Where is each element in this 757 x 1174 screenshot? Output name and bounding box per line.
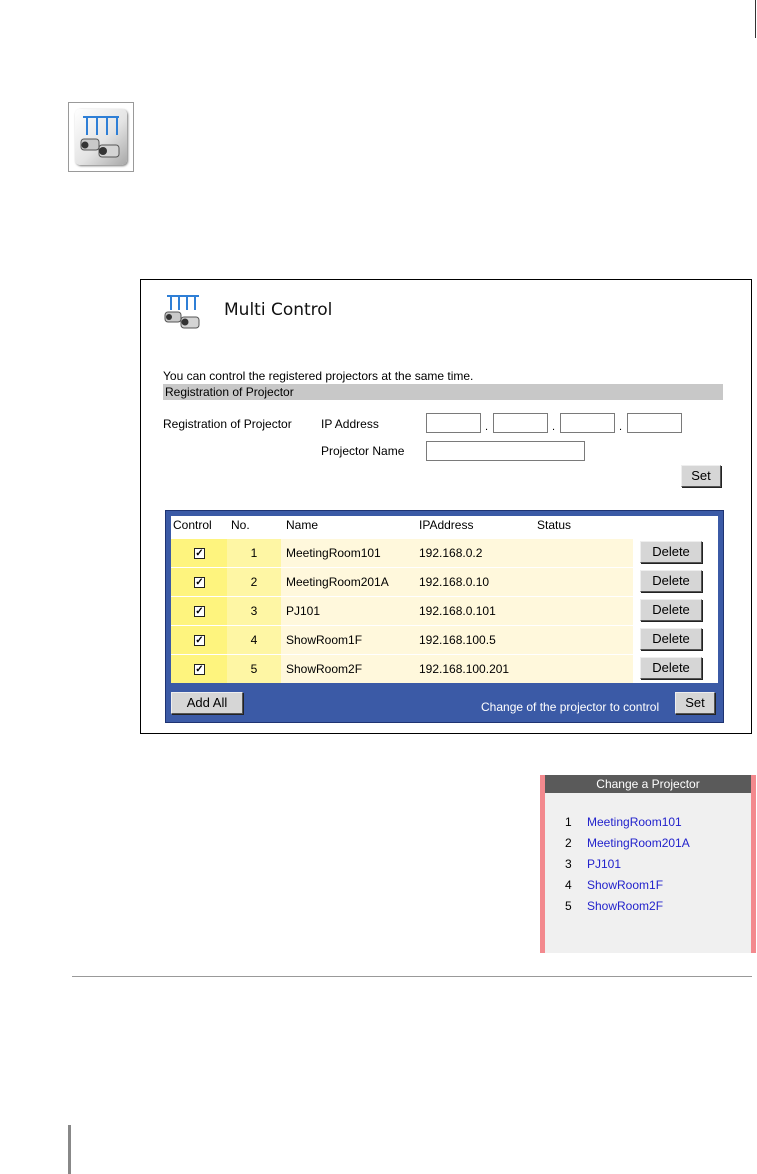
projector-name-input[interactable] bbox=[426, 441, 585, 461]
delete-button[interactable]: Delete bbox=[640, 628, 702, 650]
delete-button[interactable]: Delete bbox=[640, 599, 702, 621]
delete-button[interactable]: Delete bbox=[640, 570, 702, 592]
projector-link-number: 3 bbox=[565, 857, 572, 871]
add-all-button[interactable]: Add All bbox=[171, 692, 243, 714]
projector-link-number: 2 bbox=[565, 836, 572, 850]
projector-icon bbox=[75, 109, 127, 165]
row-status bbox=[531, 539, 633, 567]
top-rule bbox=[755, 0, 756, 38]
registration-set-button[interactable]: Set bbox=[681, 465, 721, 487]
control-checkbox[interactable]: ✓ bbox=[194, 635, 205, 646]
row-ip: 192.168.100.201 bbox=[415, 655, 531, 683]
control-cell: ✓ bbox=[171, 626, 227, 654]
control-checkbox[interactable]: ✓ bbox=[194, 606, 205, 617]
row-ip: 192.168.0.101 bbox=[415, 597, 531, 625]
row-name: MeetingRoom201A bbox=[281, 568, 415, 596]
projector-link-item[interactable]: 4 ShowRoom1F bbox=[565, 878, 663, 892]
control-cell: ✓ bbox=[171, 568, 227, 596]
control-checkbox[interactable]: ✓ bbox=[194, 577, 205, 588]
row-name: MeetingRoom101 bbox=[281, 539, 415, 567]
table-row: ✓ 2 MeetingRoom201A 192.168.0.10 Delete bbox=[171, 567, 718, 596]
ip-address-label: IP Address bbox=[321, 417, 379, 431]
registration-section-header: Registration of Projector bbox=[163, 384, 723, 400]
header-status: Status bbox=[537, 518, 572, 532]
row-number: 5 bbox=[227, 655, 281, 683]
projector-link-item[interactable]: 5 ShowRoom2F bbox=[565, 899, 663, 913]
row-name: ShowRoom1F bbox=[281, 626, 415, 654]
projector-link-number: 1 bbox=[565, 815, 572, 829]
ip-dot: . bbox=[619, 421, 623, 433]
row-number: 2 bbox=[227, 568, 281, 596]
projector-table: Control No. Name IPAddress Status ✓ 1 Me… bbox=[165, 510, 724, 723]
header-ipaddress: IPAddress bbox=[419, 518, 474, 532]
row-number: 3 bbox=[227, 597, 281, 625]
row-name: PJ101 bbox=[281, 597, 415, 625]
row-status bbox=[531, 655, 633, 683]
header-no: No. bbox=[231, 518, 250, 532]
registration-label: Registration of Projector bbox=[163, 417, 292, 431]
ip-dot: . bbox=[552, 421, 556, 433]
page-divider bbox=[72, 976, 752, 977]
ip-octet-3-input[interactable] bbox=[560, 413, 615, 433]
row-status bbox=[531, 597, 633, 625]
table-row: ✓ 4 ShowRoom1F 192.168.100.5 Delete bbox=[171, 625, 718, 654]
control-cell: ✓ bbox=[171, 539, 227, 567]
projector-link[interactable]: MeetingRoom101 bbox=[587, 815, 682, 829]
panel-description: You can control the registered projector… bbox=[163, 369, 474, 383]
ip-octet-1-input[interactable] bbox=[426, 413, 481, 433]
change-control-set-button[interactable]: Set bbox=[675, 692, 715, 714]
header-control: Control bbox=[173, 518, 212, 532]
ip-octet-4-input[interactable] bbox=[627, 413, 682, 433]
projector-link-item[interactable]: 2 MeetingRoom201A bbox=[565, 836, 690, 850]
row-name: ShowRoom2F bbox=[281, 655, 415, 683]
row-number: 1 bbox=[227, 539, 281, 567]
table-row: ✓ 1 MeetingRoom101 192.168.0.2 Delete bbox=[171, 538, 718, 567]
projector-name-label: Projector Name bbox=[321, 444, 405, 458]
projector-table-body: Control No. Name IPAddress Status ✓ 1 Me… bbox=[171, 516, 718, 683]
control-cell: ✓ bbox=[171, 597, 227, 625]
header-name: Name bbox=[286, 518, 319, 532]
change-control-label: Change of the projector to control bbox=[481, 700, 660, 714]
row-ip: 192.168.0.2 bbox=[415, 539, 531, 567]
ip-octet-2-input[interactable] bbox=[493, 413, 548, 433]
projector-link-number: 5 bbox=[565, 899, 572, 913]
row-number: 4 bbox=[227, 626, 281, 654]
row-ip: 192.168.0.10 bbox=[415, 568, 531, 596]
projector-link[interactable]: ShowRoom1F bbox=[587, 878, 663, 892]
ip-dot: . bbox=[485, 421, 489, 433]
control-checkbox[interactable]: ✓ bbox=[194, 548, 205, 559]
projector-link[interactable]: ShowRoom2F bbox=[587, 899, 663, 913]
delete-button[interactable]: Delete bbox=[640, 657, 702, 679]
multi-control-large-icon bbox=[68, 102, 134, 172]
projector-link-number: 4 bbox=[565, 878, 572, 892]
change-projector-header: Change a Projector bbox=[545, 775, 751, 793]
row-status bbox=[531, 568, 633, 596]
multi-control-icon bbox=[161, 292, 209, 330]
table-row: ✓ 3 PJ101 192.168.0.101 Delete bbox=[171, 596, 718, 625]
panel-title: Multi Control bbox=[224, 300, 333, 320]
delete-button[interactable]: Delete bbox=[640, 541, 702, 563]
control-checkbox[interactable]: ✓ bbox=[194, 664, 205, 675]
projector-link[interactable]: MeetingRoom201A bbox=[587, 836, 690, 850]
row-status bbox=[531, 626, 633, 654]
multi-control-panel: Multi Control You can control the regist… bbox=[140, 279, 752, 734]
margin-bar bbox=[68, 1125, 71, 1174]
table-row: ✓ 5 ShowRoom2F 192.168.100.201 Delete bbox=[171, 654, 718, 683]
control-cell: ✓ bbox=[171, 655, 227, 683]
row-ip: 192.168.100.5 bbox=[415, 626, 531, 654]
change-projector-panel: Change a Projector 1 MeetingRoom101 2 Meet… bbox=[540, 775, 756, 953]
projector-link-item[interactable]: 1 MeetingRoom101 bbox=[565, 815, 682, 829]
projector-link-item[interactable]: 3 PJ101 bbox=[565, 857, 621, 871]
projector-link[interactable]: PJ101 bbox=[587, 857, 621, 871]
